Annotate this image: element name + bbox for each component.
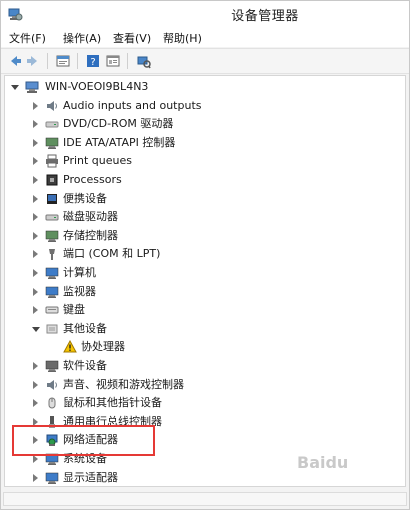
computer-icon — [45, 267, 59, 279]
tree-item-label: 其他设备 — [63, 321, 107, 335]
watermark: Baidu — [297, 453, 349, 472]
collapsed-arrow-icon[interactable] — [33, 120, 38, 129]
computer-root-icon — [25, 81, 39, 93]
ide-controller-icon — [45, 137, 59, 149]
tree-item-label: Processors — [63, 173, 122, 186]
storage-controller-icon — [45, 230, 59, 242]
expanded-arrow-icon[interactable] — [11, 85, 19, 90]
tree-item[interactable]: DVD/CD-ROM 驱动器 — [5, 115, 405, 133]
tree-item[interactable]: 鼠标和其他指针设备 — [5, 394, 405, 412]
collapsed-arrow-icon[interactable] — [33, 306, 38, 315]
tree-item-label: 磁盘驱动器 — [63, 210, 118, 224]
collapsed-arrow-icon[interactable] — [33, 455, 38, 463]
tree-item-label: 鼠标和其他指针设备 — [63, 396, 162, 410]
tree-item-label: 软件设备 — [63, 359, 107, 372]
help-icon[interactable]: ? — [85, 53, 101, 69]
tree-item-label: Audio inputs and outputs — [63, 98, 202, 112]
tree-item[interactable]: IDE ATA/ATAPI 控制器 — [5, 134, 405, 152]
tree-root-label: WIN-VOEOI9BL4N3 — [45, 80, 149, 93]
tree-item[interactable]: 协处理器 — [5, 338, 405, 356]
title-bar: 设备管理器 — [1, 1, 409, 27]
tree-item-label: 协处理器 — [81, 340, 125, 354]
other-devices-icon — [46, 324, 58, 334]
tree-item[interactable]: Audio inputs and outputs — [5, 97, 405, 115]
tree-item[interactable]: 键盘 — [5, 301, 405, 319]
toolbar-separator — [77, 53, 78, 69]
menu-action[interactable]: 操作(A) — [63, 30, 101, 46]
tree-item-label: 监视器 — [63, 284, 96, 298]
tree-item-label: 计算机 — [63, 266, 96, 279]
tree-item-label: 端口 (COM 和 LPT) — [63, 247, 161, 261]
tree-item-label: DVD/CD-ROM 驱动器 — [63, 117, 174, 131]
printer-icon — [46, 154, 58, 168]
tree-item[interactable]: 端口 (COM 和 LPT) — [5, 245, 405, 263]
toolbar: ? — [1, 48, 409, 74]
collapsed-arrow-icon[interactable] — [33, 362, 38, 370]
keyboard-icon — [45, 306, 59, 314]
tree-item[interactable]: 存储控制器 — [5, 227, 405, 245]
collapsed-arrow-icon[interactable] — [33, 138, 38, 147]
svg-text:?: ? — [90, 57, 95, 68]
optical-drive-icon — [45, 121, 59, 128]
disk-drive-icon — [45, 214, 59, 221]
sound-video-icon — [47, 379, 57, 390]
tree-item-label: 便携设备 — [63, 191, 107, 205]
menu-bar: 文件(F) 操作(A) 查看(V) 帮助(H) — [1, 27, 409, 47]
status-cell — [3, 492, 407, 506]
tree-item-label: 显示适配器 — [63, 470, 118, 484]
forward-icon[interactable] — [25, 53, 41, 69]
tree-item[interactable]: Processors — [5, 171, 405, 189]
collapsed-arrow-icon[interactable] — [33, 213, 38, 222]
software-device-icon — [45, 360, 59, 372]
display-adapter-icon — [45, 472, 59, 484]
tree-item[interactable]: 声音、视频和游戏控制器 — [5, 376, 405, 394]
tree-item-label: 键盘 — [63, 303, 85, 317]
collapsed-arrow-icon[interactable] — [33, 287, 38, 296]
collapsed-arrow-icon[interactable] — [33, 399, 38, 408]
mouse-icon — [48, 397, 56, 409]
processor-icon — [46, 174, 58, 186]
tree-item[interactable]: 其他设备 — [5, 320, 405, 338]
port-icon — [49, 249, 55, 261]
window-title: 设备管理器 — [231, 9, 299, 24]
speaker-icon — [47, 100, 57, 111]
collapsed-arrow-icon[interactable] — [33, 473, 38, 482]
collapsed-arrow-icon[interactable] — [33, 176, 38, 184]
monitor-icon — [45, 286, 59, 298]
collapsed-arrow-icon[interactable] — [33, 269, 38, 277]
menu-view[interactable]: 查看(V) — [113, 30, 151, 46]
tree-root[interactable]: WIN-VOEOI9BL4N3 — [5, 78, 405, 96]
tree-item[interactable]: 监视器 — [5, 283, 405, 301]
collapsed-arrow-icon[interactable] — [33, 194, 38, 203]
collapsed-arrow-icon[interactable] — [33, 231, 38, 240]
menu-help[interactable]: 帮助(H) — [163, 30, 202, 46]
tree-item[interactable]: 软件设备 — [5, 357, 405, 375]
collapsed-arrow-icon[interactable] — [33, 157, 38, 166]
warning-device-icon — [63, 340, 77, 353]
tree-item-label: Print queues — [63, 154, 132, 168]
status-bar — [1, 489, 409, 509]
collapsed-arrow-icon[interactable] — [33, 101, 38, 110]
toolbar-separator — [47, 53, 48, 69]
scan-hardware-icon[interactable] — [135, 53, 151, 69]
tree-item[interactable]: 磁盘驱动器 — [5, 208, 405, 226]
menu-file[interactable]: 文件(F) — [9, 30, 46, 46]
tree-item[interactable]: Print queues — [5, 152, 405, 170]
toolbar-separator — [127, 53, 128, 69]
tree-item-label: 声音、视频和游戏控制器 — [63, 377, 184, 391]
properties-icon[interactable] — [55, 53, 71, 69]
device-manager-window: 设备管理器 文件(F) 操作(A) 查看(V) 帮助(H) ? WIN-VOEOI9B… — [0, 0, 410, 510]
tree-item[interactable]: 计算机 — [5, 264, 405, 282]
collapsed-arrow-icon[interactable] — [33, 380, 38, 389]
annotation-highlight-box — [12, 425, 155, 456]
back-icon[interactable] — [7, 53, 23, 69]
tree-item-label: 存储控制器 — [63, 228, 118, 242]
console-icon[interactable] — [105, 53, 121, 69]
tree-item[interactable]: 便携设备 — [5, 190, 405, 208]
expanded-arrow-icon[interactable] — [32, 326, 40, 332]
collapsed-arrow-icon[interactable] — [33, 250, 38, 259]
portable-device-icon — [47, 193, 57, 204]
tree-item-label: IDE ATA/ATAPI 控制器 — [63, 135, 176, 149]
